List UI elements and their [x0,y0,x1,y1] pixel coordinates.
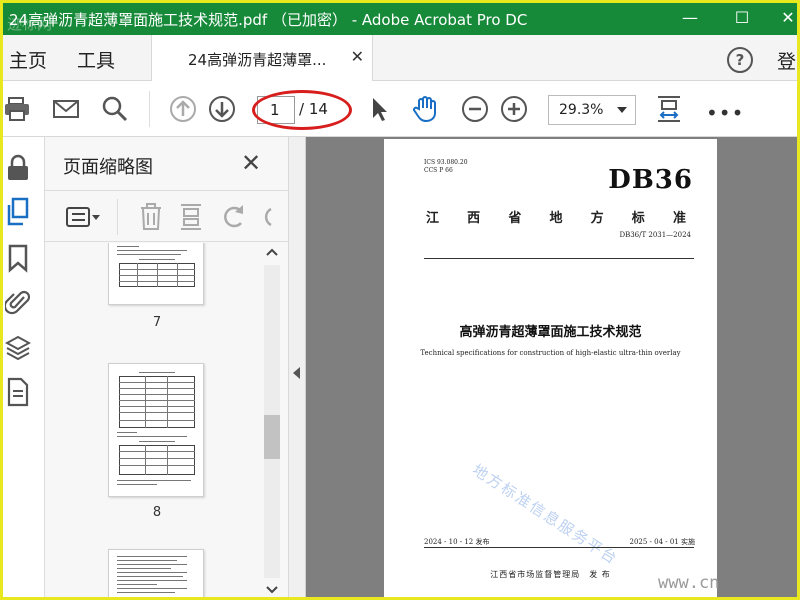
email-icon[interactable] [52,95,80,123]
hand-tool-icon[interactable] [411,95,439,123]
document-page: ICS 93.080.20 CCS P 66 DB36 江 西 省 地 方 标 … [384,139,717,597]
panel-title: 页面缩略图 [63,157,153,178]
thumbnail-page[interactable] [108,363,204,497]
scroll-down-icon[interactable] [266,585,278,595]
document-tab-label: 24高弹沥青超薄罩... [188,51,327,69]
tab-home[interactable]: 主页 [9,46,47,73]
sign-in-link[interactable]: 登 [777,47,796,74]
close-panel-icon[interactable]: ✕ [241,149,261,177]
annotation-ellipse [252,90,352,130]
overlay-watermark: 迹标网 [7,15,53,33]
zoom-value: 29.3% [559,102,604,118]
divider-line [424,547,694,548]
toolbar-divider [117,199,118,235]
toolbar-divider [149,91,150,127]
publish-date: 2024 - 10 - 12 发布 [424,538,490,546]
ccs-code: CCS P 66 [424,167,453,174]
thumbnail-list: 7 8 [45,243,289,597]
province-char: 江 [426,211,440,226]
thumbnail-options-icon[interactable] [65,205,101,229]
more-icon[interactable]: ••• [706,101,744,125]
document-title-en: Technical specifications for constructio… [420,349,681,357]
layers-icon[interactable] [5,333,31,363]
scroll-up-icon[interactable] [266,247,278,257]
minimize-button[interactable]: — [675,7,705,31]
attachment-icon[interactable] [5,287,31,317]
panel-collapse-handle[interactable] [289,137,306,597]
window-title: 24高弹沥青超薄罩面施工技术规范.pdf （已加密） - Adobe Acrob… [9,11,528,29]
document-title-cn: 高弹沥青超薄罩面施工技术规范 [459,325,642,340]
thumbnail-page[interactable] [108,243,204,305]
province-char: 地 [549,211,563,226]
print-icon[interactable] [3,95,31,123]
fit-page-icon[interactable] [655,95,683,123]
thumbnail-page[interactable] [108,549,204,597]
chevron-down-icon [617,107,627,113]
lock-icon[interactable] [5,153,31,183]
rotate-icon[interactable] [221,203,247,231]
thumbnail-page-number: 7 [152,315,162,330]
app-window: 24高弹沥青超薄罩面施工技术规范.pdf （已加密） - Adobe Acrob… [0,0,800,600]
prev-page-icon[interactable] [169,95,197,123]
title-bar: 24高弹沥青超薄罩面施工技术规范.pdf （已加密） - Adobe Acrob… [3,3,797,35]
zoom-out-icon[interactable] [461,95,489,123]
thumbnail-page-number: 8 [152,505,162,520]
collapse-arrow-icon [293,367,300,379]
close-window-button[interactable]: ✕ [773,7,797,31]
thumbnails-panel: 页面缩略图 ✕ 7 8 [45,137,289,597]
province-char: 省 [508,211,522,226]
province-char: 方 [590,211,604,226]
ics-code: ICS 93.080.20 [424,159,468,166]
divider-line [424,258,694,259]
left-rail [3,137,45,597]
rotate-counterclockwise-icon[interactable] [261,203,273,231]
tab-document[interactable]: 24高弹沥青超薄罩... ✕ [151,35,373,81]
next-page-icon[interactable] [208,95,236,123]
tab-tools[interactable]: 工具 [77,46,115,73]
document-watermark: 地方标准信息服务平台 [469,460,622,569]
pages-icon[interactable] [5,197,31,227]
help-icon[interactable]: ? [727,47,753,73]
search-icon[interactable] [101,95,129,123]
main-toolbar: 1 / 14 29.3% ••• [3,81,797,137]
site-watermark: www.cn [658,573,720,593]
maximize-button[interactable]: ☐ [727,7,757,31]
select-cursor-icon[interactable] [365,95,393,123]
document-viewport[interactable]: ICS 93.080.20 CCS P 66 DB36 江 西 省 地 方 标 … [306,137,797,597]
effective-date: 2025 - 04 - 01 实施 [629,538,696,546]
thumbnail-scrollbar[interactable] [261,243,281,597]
standard-code: DB36 [608,165,693,195]
insert-page-icon[interactable] [179,203,203,231]
scroll-thumb[interactable] [264,415,280,459]
province-char: 标 [631,211,645,226]
province-char: 西 [467,211,481,226]
bookmark-icon[interactable] [5,243,31,273]
tab-bar: 主页 工具 24高弹沥青超薄罩... ✕ ? 登 [3,35,797,81]
close-tab-icon[interactable]: ✕ [351,47,364,66]
content-icon[interactable] [5,377,31,407]
standard-number: DB36/T 2031—2024 [619,231,691,239]
zoom-in-icon[interactable] [500,95,528,123]
delete-icon[interactable] [139,203,163,231]
zoom-select[interactable]: 29.3% [548,95,636,125]
thumbnail-toolbar [45,190,289,242]
province-label: 江 西 省 地 方 标 准 [426,207,686,226]
province-char: 准 [672,211,686,226]
